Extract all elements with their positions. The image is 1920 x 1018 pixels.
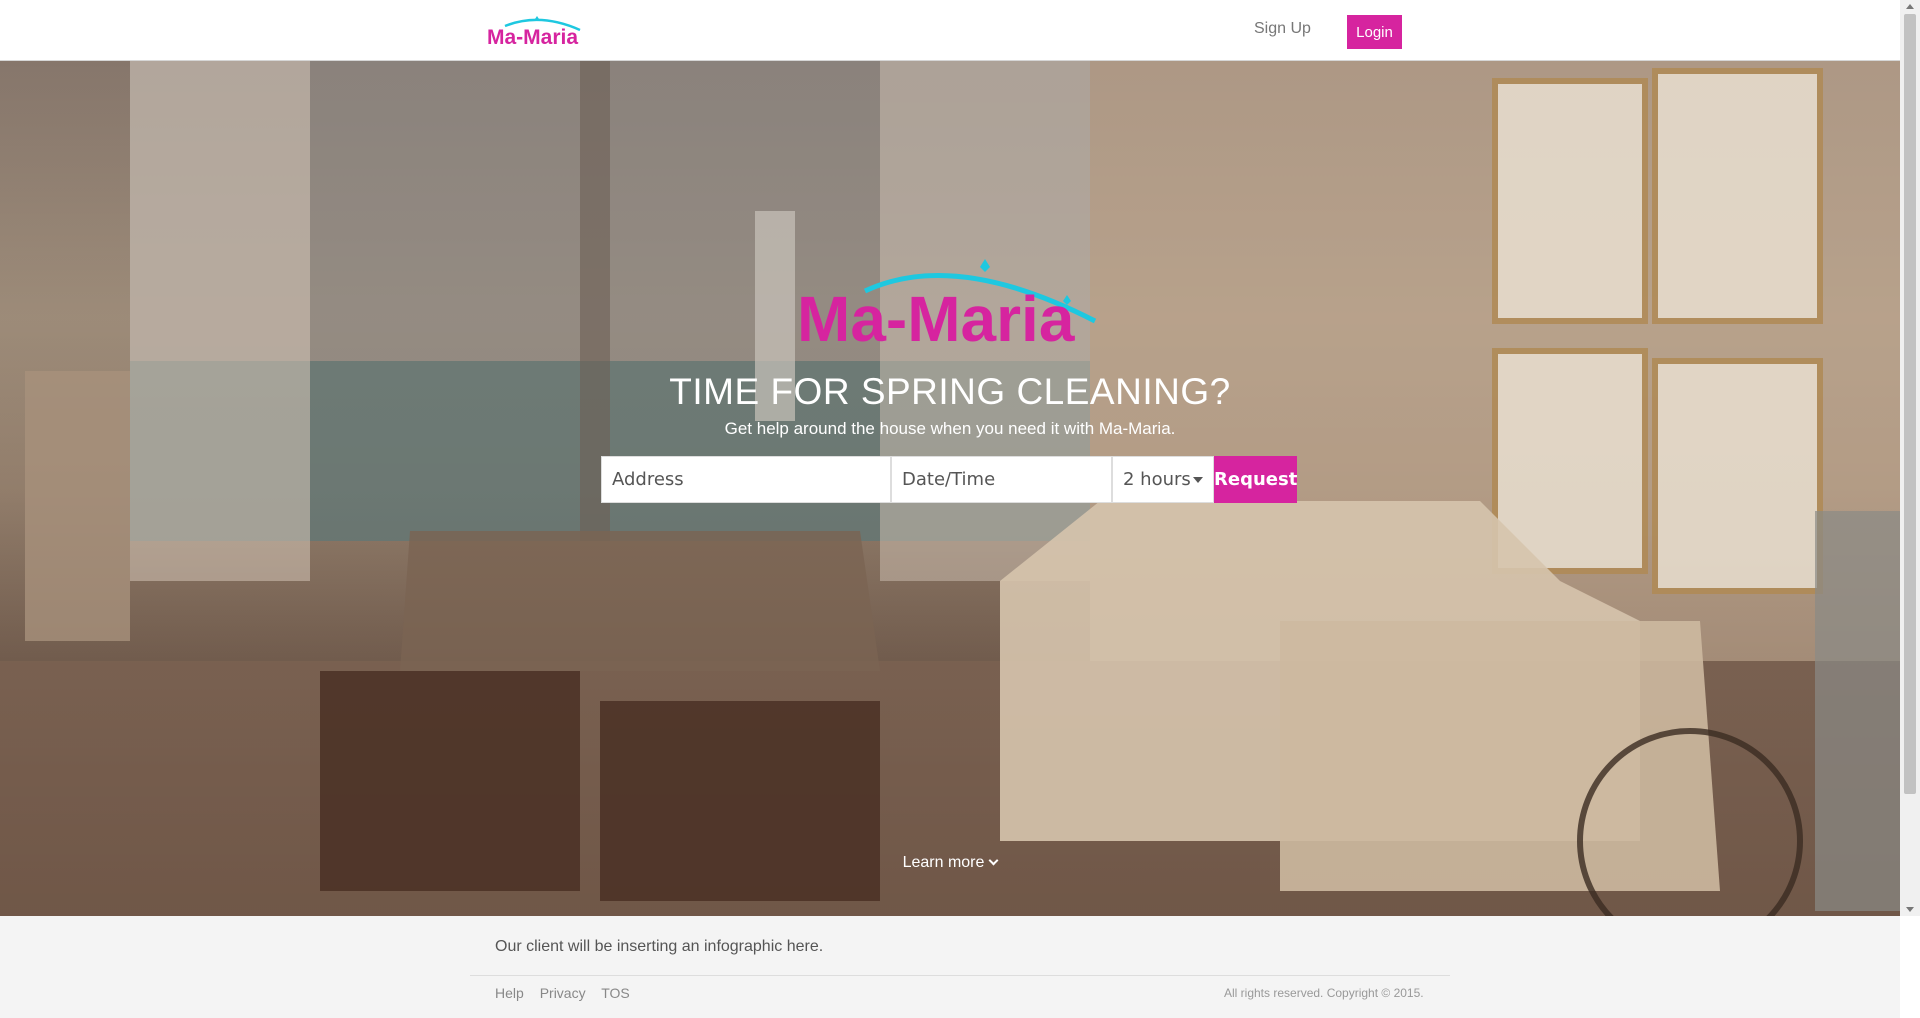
chevron-down-icon [988, 855, 999, 866]
page-scrollbar[interactable] [1900, 0, 1920, 916]
caret-down-icon [1193, 476, 1203, 483]
scrollbar-thumb[interactable] [1904, 14, 1916, 794]
datetime-input[interactable]: Date/Time [891, 456, 1112, 503]
hero-logo-text: Ma-Maria [797, 283, 1075, 349]
footer-links: Help Privacy TOS [495, 985, 642, 1001]
scroll-down-icon[interactable] [1906, 907, 1914, 912]
privacy-link[interactable]: Privacy [540, 985, 586, 1001]
hero-subline: Get help around the house when you need … [724, 419, 1176, 438]
hours-select-value: 2 hours [1123, 469, 1191, 490]
learn-more-link[interactable]: Learn more [0, 854, 1900, 872]
brand-logo[interactable]: Ma-Maria [485, 10, 595, 50]
hero-headline: TIME FOR SPRING CLEANING? [669, 371, 1231, 412]
copyright-text: All rights reserved. Copyright © 2015. [1224, 986, 1424, 1000]
footer-divider [470, 975, 1450, 976]
hero-logo-graphic: Ma-Maria [797, 259, 1097, 355]
learn-more-label: Learn more [902, 854, 985, 871]
tos-link[interactable]: TOS [601, 985, 630, 1001]
hero-logo: Ma-Maria [795, 249, 1105, 355]
hours-select[interactable]: 2 hours [1112, 456, 1214, 503]
address-input[interactable]: Address [601, 456, 891, 503]
footer-section: Our client will be inserting an infograp… [0, 916, 1900, 1018]
request-button[interactable]: Request [1214, 456, 1297, 503]
infographic-note: Our client will be inserting an infograp… [495, 938, 824, 955]
booking-form: Address Date/Time 2 hours Request [601, 456, 1297, 503]
hero-section: Ma-Maria TIME FOR SPRING CLEANING? Get h… [0, 61, 1900, 916]
brand-logo-graphic: Ma-Maria [487, 16, 581, 49]
help-link[interactable]: Help [495, 985, 524, 1001]
brand-logo-text: Ma-Maria [487, 26, 578, 49]
signup-link[interactable]: Sign Up [1254, 20, 1311, 38]
login-button[interactable]: Login [1347, 15, 1402, 49]
top-navbar: Ma-Maria Sign Up Login [0, 0, 1900, 61]
scroll-up-icon[interactable] [1906, 4, 1914, 9]
